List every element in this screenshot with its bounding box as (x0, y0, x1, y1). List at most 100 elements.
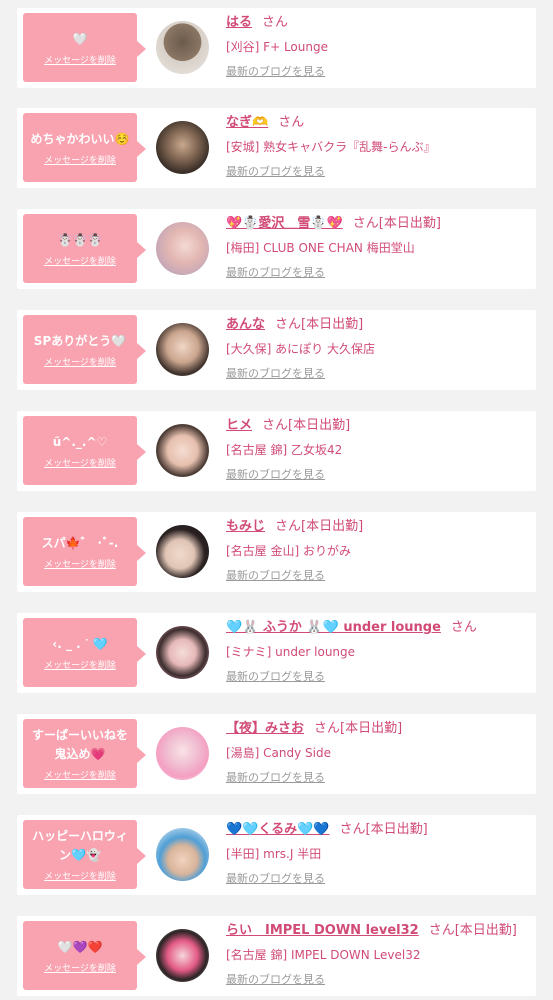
shop-label: [大久保] あにぽり 大久保店 (226, 342, 375, 356)
avatar[interactable] (156, 121, 209, 174)
delete-message-link[interactable]: メッセージを削除 (44, 53, 116, 66)
shop-label: [安城] 熟女キャバクラ『乱舞-らんぶ』 (226, 140, 436, 154)
delete-message-link[interactable]: メッセージを削除 (44, 961, 116, 974)
cast-name-link[interactable]: 💙🩵くるみ🩵💙 (226, 822, 330, 837)
name-line: 🩵🐰 ふうか 🐰🩵 under lounge さん (226, 619, 532, 637)
cast-name-link[interactable]: もみじ (226, 519, 265, 534)
message-list: 🤍 メッセージを削除 はる さん [刈谷] F+ Lounge 最新のブログを見る… (0, 0, 553, 1000)
message-text: スパ🍁゛ ･ﾞ-. (41, 535, 119, 550)
latest-blog-link[interactable]: 最新のブログを見る (226, 568, 325, 584)
name-line: あんな さん[本日出勤] (226, 316, 532, 334)
avatar[interactable] (156, 525, 209, 578)
message-bubble: ũ^._.^♡ メッセージを削除 (23, 416, 146, 485)
cast-name-link[interactable]: 🩵🐰 ふうか 🐰🩵 under lounge (226, 620, 441, 635)
message-text: 🤍 (72, 31, 88, 46)
name-suffix: さん (450, 620, 477, 635)
message-card: ‹. _ . ᐝ 🩵 メッセージを削除 🩵🐰 ふうか 🐰🩵 under loun… (17, 613, 536, 693)
shop-label: [名古屋 錦] 乙女坂42 (226, 443, 343, 457)
delete-message-link[interactable]: メッセージを削除 (44, 557, 116, 570)
latest-blog-link[interactable]: 最新のブログを見る (226, 366, 325, 382)
name-line: らい IMPEL DOWN level32 さん[本日出勤] (226, 922, 532, 940)
message-text: めちゃかわいい☺️ (30, 131, 130, 146)
message-text: ũ^._.^♡ (52, 434, 108, 449)
name-suffix: さん[本日出勤] (428, 923, 517, 938)
name-line: 💖☃️愛沢＿雪☃️💖 さん[本日出勤] (226, 215, 532, 233)
message-text: ‹. _ . ᐝ 🩵 (52, 636, 108, 651)
message-card: めちゃかわいい☺️ メッセージを削除 なぎ🫶 さん [安城] 熟女キャバクラ『乱舞… (17, 108, 536, 188)
name-suffix: さん[本日出勤] (275, 519, 364, 534)
message-card: ũ^._.^♡ メッセージを削除 ヒメ さん[本日出勤] [名古屋 錦] 乙女坂4… (17, 411, 536, 491)
latest-blog-link[interactable]: 最新のブログを見る (226, 770, 325, 786)
message-bubble: ☃️☃️☃️ メッセージを削除 (23, 214, 146, 283)
message-bubble: SPありがとう🤍 メッセージを削除 (23, 315, 146, 384)
delete-message-link[interactable]: メッセージを削除 (44, 355, 116, 368)
name-line: 【夜】みさお さん[本日出勤] (226, 720, 532, 738)
cast-name-link[interactable]: ヒメ (226, 418, 252, 433)
cast-name-link[interactable]: はる (226, 15, 252, 30)
shop-label: [梅田] CLUB ONE CHAN 梅田堂山 (226, 241, 415, 255)
latest-blog-link[interactable]: 最新のブログを見る (226, 871, 325, 887)
delete-message-link[interactable]: メッセージを削除 (44, 869, 116, 882)
name-suffix: さん[本日出勤] (262, 418, 351, 433)
message-text: ☃️☃️☃️ (57, 232, 103, 247)
message-card: ☃️☃️☃️ メッセージを削除 💖☃️愛沢＿雪☃️💖 さん[本日出勤] [梅田] … (17, 209, 536, 289)
avatar[interactable] (156, 727, 209, 780)
latest-blog-link[interactable]: 最新のブログを見る (226, 467, 325, 483)
avatar[interactable] (156, 323, 209, 376)
latest-blog-link[interactable]: 最新のブログを見る (226, 164, 325, 180)
message-text: すーぱーいいねを 鬼込め💗 (31, 728, 128, 761)
cast-name-link[interactable]: 💖☃️愛沢＿雪☃️💖 (226, 216, 343, 231)
name-line: はる さん (226, 14, 532, 32)
latest-blog-link[interactable]: 最新のブログを見る (226, 265, 325, 281)
latest-blog-link[interactable]: 最新のブログを見る (226, 972, 325, 988)
name-line: なぎ🫶 さん (226, 114, 532, 132)
name-line: 💙🩵くるみ🩵💙 さん[本日出勤] (226, 821, 532, 839)
message-card: すーぱーいいねを 鬼込め💗 メッセージを削除 【夜】みさお さん[本日出勤] [湯… (17, 714, 536, 794)
name-line: もみじ さん[本日出勤] (226, 518, 532, 536)
shop-label: [湯島] Candy Side (226, 746, 332, 760)
message-text: 🤍💜❤️ (57, 939, 103, 954)
avatar[interactable] (156, 222, 209, 275)
name-suffix: さん (262, 15, 289, 30)
delete-message-link[interactable]: メッセージを削除 (44, 658, 116, 671)
avatar[interactable] (156, 21, 209, 74)
message-bubble: 🤍 メッセージを削除 (23, 13, 146, 82)
delete-message-link[interactable]: メッセージを削除 (44, 254, 116, 267)
avatar[interactable] (156, 424, 209, 477)
message-text: ハッピーハロウィ ン🩵👻 (32, 829, 128, 862)
latest-blog-link[interactable]: 最新のブログを見る (226, 669, 325, 685)
delete-message-link[interactable]: メッセージを削除 (44, 456, 116, 469)
message-text: SPありがとう🤍 (33, 333, 127, 348)
name-suffix: さん[本日出勤] (275, 317, 364, 332)
name-line: ヒメ さん[本日出勤] (226, 417, 532, 435)
message-card: 🤍 メッセージを削除 はる さん [刈谷] F+ Lounge 最新のブログを見る (17, 8, 536, 88)
avatar[interactable] (156, 828, 209, 881)
shop-label: [ミナミ] under lounge (226, 645, 356, 659)
message-bubble: スパ🍁゛ ･ﾞ-. メッセージを削除 (23, 517, 146, 586)
name-suffix: さん[本日出勤] (339, 822, 428, 837)
cast-name-link[interactable]: あんな (226, 317, 265, 332)
cast-name-link[interactable]: らい IMPEL DOWN level32 (226, 923, 419, 938)
avatar[interactable] (156, 929, 209, 982)
delete-message-link[interactable]: メッセージを削除 (44, 768, 116, 781)
name-suffix: さん[本日出勤] (352, 216, 441, 231)
avatar[interactable] (156, 626, 209, 679)
message-card: 🤍💜❤️ メッセージを削除 らい IMPEL DOWN level32 さん[本日… (17, 916, 536, 996)
message-card: SPありがとう🤍 メッセージを削除 あんな さん[本日出勤] [大久保] あにぽり… (17, 310, 536, 390)
name-suffix: さん (278, 115, 305, 130)
shop-label: [半田] mrs.J 半田 (226, 847, 322, 861)
delete-message-link[interactable]: メッセージを削除 (44, 153, 116, 166)
shop-label: [名古屋 錦] IMPEL DOWN Level32 (226, 948, 421, 962)
message-bubble: 🤍💜❤️ メッセージを削除 (23, 921, 146, 990)
shop-label: [名古屋 金山] おりがみ (226, 544, 351, 558)
message-bubble: すーぱーいいねを 鬼込め💗 メッセージを削除 (23, 719, 146, 788)
cast-name-link[interactable]: なぎ🫶 (226, 115, 268, 130)
cast-name-link[interactable]: 【夜】みさお (226, 721, 304, 736)
name-suffix: さん[本日出勤] (314, 721, 403, 736)
message-card: スパ🍁゛ ･ﾞ-. メッセージを削除 もみじ さん[本日出勤] [名古屋 金山] … (17, 512, 536, 592)
message-bubble: めちゃかわいい☺️ メッセージを削除 (23, 113, 146, 182)
latest-blog-link[interactable]: 最新のブログを見る (226, 64, 325, 80)
message-bubble: ハッピーハロウィ ン🩵👻 メッセージを削除 (23, 820, 146, 889)
message-card: ハッピーハロウィ ン🩵👻 メッセージを削除 💙🩵くるみ🩵💙 さん[本日出勤] [半… (17, 815, 536, 895)
shop-label: [刈谷] F+ Lounge (226, 40, 328, 54)
